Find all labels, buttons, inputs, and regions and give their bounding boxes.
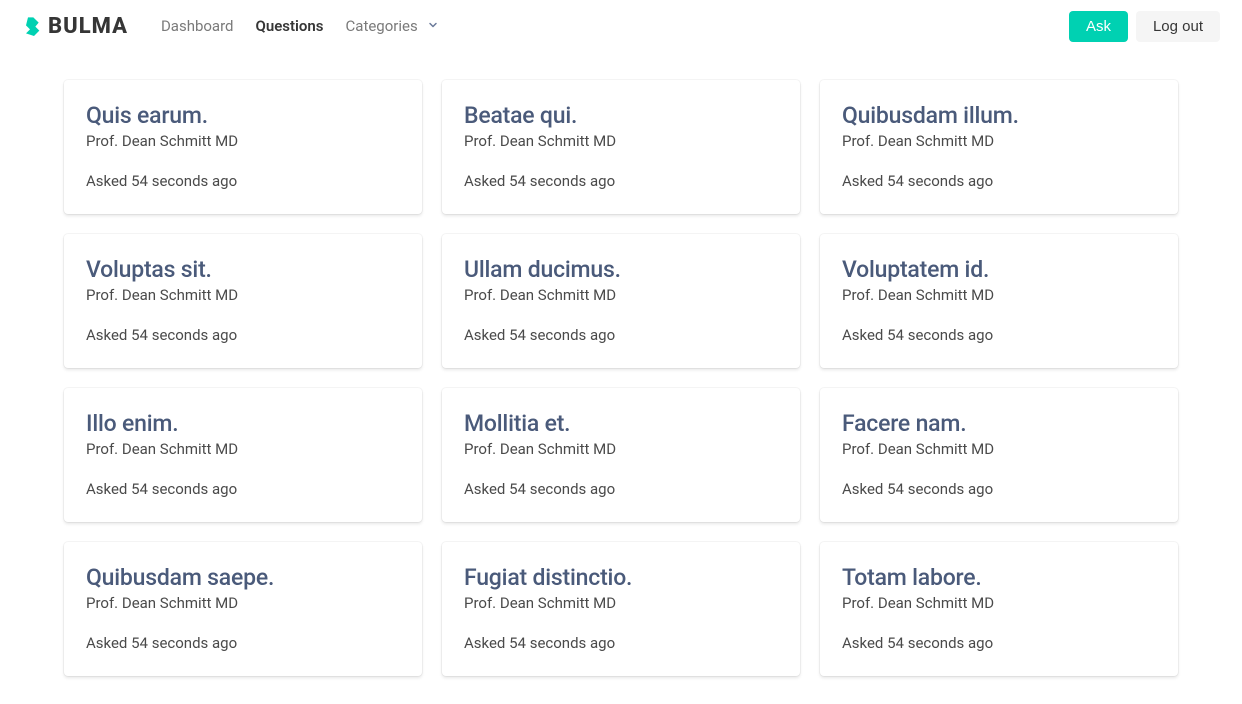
bulma-logo-icon xyxy=(22,15,42,37)
question-title: Voluptas sit. xyxy=(86,256,400,283)
navbar: BULMA Dashboard Questions Categories Ask… xyxy=(0,0,1242,52)
question-author: Prof. Dean Schmitt MD xyxy=(842,286,1156,304)
question-time: Asked 54 seconds ago xyxy=(842,326,1156,344)
question-card[interactable]: Quibusdam saepe. Prof. Dean Schmitt MD Ask… xyxy=(64,542,422,676)
question-title: Voluptatem id. xyxy=(842,256,1156,283)
question-title: Facere nam. xyxy=(842,410,1156,437)
navbar-left: BULMA Dashboard Questions Categories xyxy=(22,9,450,43)
nav-categories-label: Categories xyxy=(346,17,418,35)
question-grid: Quis earum. Prof. Dean Schmitt MD Asked 54… xyxy=(64,80,1178,676)
question-title: Quis earum. xyxy=(86,102,400,129)
question-card[interactable]: Ullam ducimus. Prof. Dean Schmitt MD Asked… xyxy=(442,234,800,368)
question-card[interactable]: Voluptas sit. Prof. Dean Schmitt MD Asked … xyxy=(64,234,422,368)
question-title: Beatae qui. xyxy=(464,102,778,129)
ask-button[interactable]: Ask xyxy=(1069,11,1128,42)
question-title: Illo enim. xyxy=(86,410,400,437)
question-author: Prof. Dean Schmitt MD xyxy=(464,594,778,612)
brand-text: BULMA xyxy=(48,14,128,39)
nav-categories[interactable]: Categories xyxy=(335,9,451,43)
main-container: Quis earum. Prof. Dean Schmitt MD Asked 54… xyxy=(0,52,1242,704)
brand[interactable]: BULMA xyxy=(22,14,128,39)
question-card[interactable]: Facere nam. Prof. Dean Schmitt MD Asked 54… xyxy=(820,388,1178,522)
question-time: Asked 54 seconds ago xyxy=(464,634,778,652)
question-card[interactable]: Fugiat distinctio. Prof. Dean Schmitt MD A… xyxy=(442,542,800,676)
question-title: Quibusdam saepe. xyxy=(86,564,400,591)
question-author: Prof. Dean Schmitt MD xyxy=(86,132,400,150)
question-title: Ullam ducimus. xyxy=(464,256,778,283)
question-time: Asked 54 seconds ago xyxy=(86,480,400,498)
question-author: Prof. Dean Schmitt MD xyxy=(842,132,1156,150)
question-title: Totam labore. xyxy=(842,564,1156,591)
question-author: Prof. Dean Schmitt MD xyxy=(464,132,778,150)
nav-dashboard[interactable]: Dashboard xyxy=(150,9,245,43)
question-author: Prof. Dean Schmitt MD xyxy=(86,286,400,304)
question-time: Asked 54 seconds ago xyxy=(842,480,1156,498)
question-card[interactable]: Illo enim. Prof. Dean Schmitt MD Asked 54 … xyxy=(64,388,422,522)
question-card[interactable]: Totam labore. Prof. Dean Schmitt MD Asked … xyxy=(820,542,1178,676)
question-card[interactable]: Quibusdam illum. Prof. Dean Schmitt MD Ask… xyxy=(820,80,1178,214)
question-author: Prof. Dean Schmitt MD xyxy=(464,440,778,458)
question-time: Asked 54 seconds ago xyxy=(842,172,1156,190)
question-author: Prof. Dean Schmitt MD xyxy=(86,594,400,612)
question-card[interactable]: Mollitia et. Prof. Dean Schmitt MD Asked 5… xyxy=(442,388,800,522)
question-card[interactable]: Voluptatem id. Prof. Dean Schmitt MD Asked… xyxy=(820,234,1178,368)
question-time: Asked 54 seconds ago xyxy=(86,172,400,190)
question-author: Prof. Dean Schmitt MD xyxy=(842,440,1156,458)
logout-button[interactable]: Log out xyxy=(1136,11,1220,42)
question-title: Fugiat distinctio. xyxy=(464,564,778,591)
nav-questions[interactable]: Questions xyxy=(245,9,335,43)
question-time: Asked 54 seconds ago xyxy=(86,634,400,652)
question-time: Asked 54 seconds ago xyxy=(86,326,400,344)
nav-dashboard-label: Dashboard xyxy=(161,17,234,35)
question-card[interactable]: Quis earum. Prof. Dean Schmitt MD Asked 54… xyxy=(64,80,422,214)
question-title: Mollitia et. xyxy=(464,410,778,437)
question-time: Asked 54 seconds ago xyxy=(464,326,778,344)
question-time: Asked 54 seconds ago xyxy=(464,480,778,498)
question-author: Prof. Dean Schmitt MD xyxy=(842,594,1156,612)
question-time: Asked 54 seconds ago xyxy=(842,634,1156,652)
question-author: Prof. Dean Schmitt MD xyxy=(86,440,400,458)
question-author: Prof. Dean Schmitt MD xyxy=(464,286,778,304)
nav-questions-label: Questions xyxy=(256,17,324,35)
question-time: Asked 54 seconds ago xyxy=(464,172,778,190)
question-card[interactable]: Beatae qui. Prof. Dean Schmitt MD Asked 54… xyxy=(442,80,800,214)
question-title: Quibusdam illum. xyxy=(842,102,1156,129)
navbar-right: Ask Log out xyxy=(1069,11,1220,42)
chevron-down-icon xyxy=(427,20,439,34)
